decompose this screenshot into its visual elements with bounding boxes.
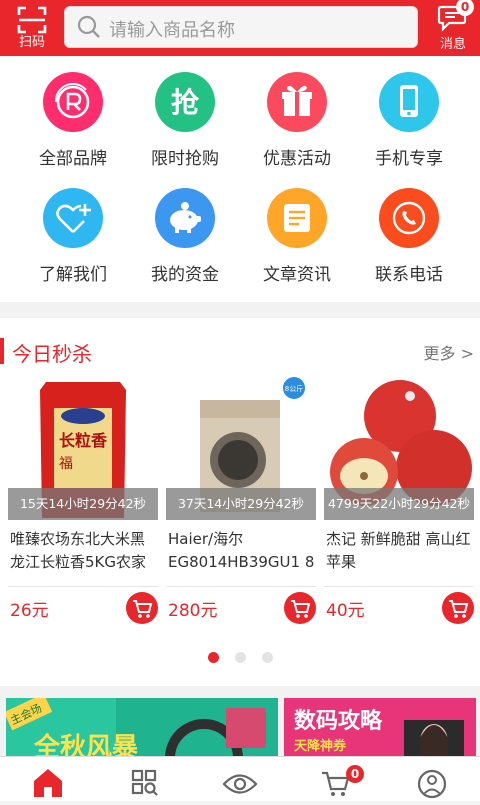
capacity-tag: 8公斤 [285, 384, 303, 393]
menu-label: 文章资讯 [263, 265, 331, 285]
piggy-bank-icon [155, 188, 215, 248]
eye-icon [222, 774, 258, 794]
cart-icon [291, 600, 311, 618]
menu-label: 限时抢购 [151, 149, 219, 169]
phone-icon [379, 72, 439, 132]
product-price: 26元 [10, 601, 49, 621]
gift-icon [267, 72, 327, 132]
product-name: 杰记 新鲜脆甜 高山红苹果 [326, 530, 471, 571]
add-to-cart-button[interactable] [284, 592, 316, 624]
scan-icon [17, 6, 47, 34]
section-accent-bar [0, 338, 4, 364]
pagination-dots [0, 648, 480, 667]
cart-badge: 0 [346, 765, 364, 783]
menu-label: 全部品牌 [39, 149, 107, 169]
divider [8, 586, 158, 587]
product-name: Haier/海尔EG8014HB39GU1 8 [168, 530, 315, 571]
tab-discover[interactable] [192, 757, 288, 801]
banner-text: 数码攻略 [294, 708, 383, 734]
flash-sale-section: 今日秒杀 更多 > 长粒香 福 15天14小时29分42秒 唯臻农场东北大米黑龙… [0, 318, 480, 686]
menu-item-my-funds[interactable]: 我的资金 [129, 172, 241, 292]
quick-menu-grid: 全部品牌 抢 限时抢购 优惠活动 手机专享 了解我们 我的资金 文章资讯 联系电… [0, 56, 480, 302]
svg-text:福: 福 [59, 456, 73, 472]
product-price: 40元 [326, 601, 365, 621]
search-placeholder: 请输入商品名称 [109, 20, 235, 41]
menu-item-articles[interactable]: 文章资讯 [241, 172, 353, 292]
phone-call-icon [379, 188, 439, 248]
page-dot[interactable] [261, 652, 273, 663]
divider [166, 586, 316, 587]
banner-subtext: 天降神券 [294, 738, 347, 754]
menu-item-contact-phone[interactable]: 联系电话 [353, 172, 465, 292]
menu-item-flash-sale[interactable]: 抢 限时抢购 [129, 56, 241, 176]
menu-label: 了解我们 [39, 265, 107, 285]
product-name: 唯臻农场东北大米黑龙江长粒香5KG农家 [10, 530, 147, 571]
category-icon [131, 769, 158, 796]
menu-item-all-brands[interactable]: 全部品牌 [17, 56, 129, 176]
user-icon [417, 769, 447, 799]
tab-category[interactable] [96, 757, 192, 801]
more-link[interactable]: 更多 > [424, 340, 475, 364]
heart-plus-icon [43, 188, 103, 248]
scan-button[interactable]: 扫码 [6, 4, 58, 52]
brand-r-icon [43, 72, 103, 132]
scan-label: 扫码 [18, 35, 45, 50]
menu-label: 手机专享 [375, 149, 443, 169]
home-icon [34, 769, 62, 797]
menu-item-promotions[interactable]: 优惠活动 [241, 56, 353, 176]
countdown-timer: 4799天22小时29分42秒 [324, 488, 474, 520]
svg-text:长粒香: 长粒香 [59, 431, 108, 450]
tab-home[interactable] [0, 757, 96, 801]
banner-text: 全秋风暴 [33, 732, 138, 758]
menu-item-mobile-exclusive[interactable]: 手机专享 [353, 56, 465, 176]
article-icon [267, 188, 327, 248]
product-card[interactable]: 8公斤 37天14小时29分42秒 Haier/海尔EG8014HB39GU1 … [166, 376, 316, 626]
menu-label: 联系电话 [375, 265, 443, 285]
add-to-cart-button[interactable] [442, 592, 474, 624]
menu-label: 优惠活动 [263, 149, 331, 169]
menu-item-about-us[interactable]: 了解我们 [17, 172, 129, 292]
top-bar: 扫码 请输入商品名称 0 消息 [0, 0, 480, 56]
product-card[interactable]: 4799天22小时29分42秒 杰记 新鲜脆甜 高山红苹果 40元 [324, 376, 474, 626]
cart-icon [449, 600, 469, 618]
promo-banner-right[interactable]: 数码攻略 天降神券 [284, 698, 476, 758]
countdown-timer: 15天14小时29分42秒 [8, 488, 158, 520]
flash-sale-icon: 抢 [155, 72, 215, 132]
product-price: 280元 [168, 601, 218, 621]
page-dot[interactable] [207, 652, 219, 663]
divider [324, 586, 474, 587]
cart-icon [322, 771, 350, 796]
section-title: 今日秒杀 [12, 342, 92, 366]
page-dot[interactable] [234, 652, 246, 663]
message-badge: 0 [456, 0, 474, 16]
svg-text:抢: 抢 [171, 86, 200, 119]
message-button[interactable]: 0 消息 [428, 0, 478, 56]
message-label: 消息 [439, 37, 466, 52]
cart-icon [133, 600, 153, 618]
countdown-timer: 37天14小时29分42秒 [166, 488, 316, 520]
add-to-cart-button[interactable] [126, 592, 158, 624]
menu-label: 我的资金 [151, 265, 219, 285]
search-input[interactable]: 请输入商品名称 [64, 6, 418, 48]
tab-cart[interactable]: 0 [288, 757, 384, 801]
product-card[interactable]: 长粒香 福 15天14小时29分42秒 唯臻农场东北大米黑龙江长粒香5KG农家 … [8, 376, 158, 626]
bottom-tab-bar: 0 [0, 756, 480, 801]
promo-banner-left[interactable]: 主会场 全秋风暴 [6, 698, 278, 758]
tab-profile[interactable] [384, 757, 480, 801]
search-icon [77, 15, 100, 38]
